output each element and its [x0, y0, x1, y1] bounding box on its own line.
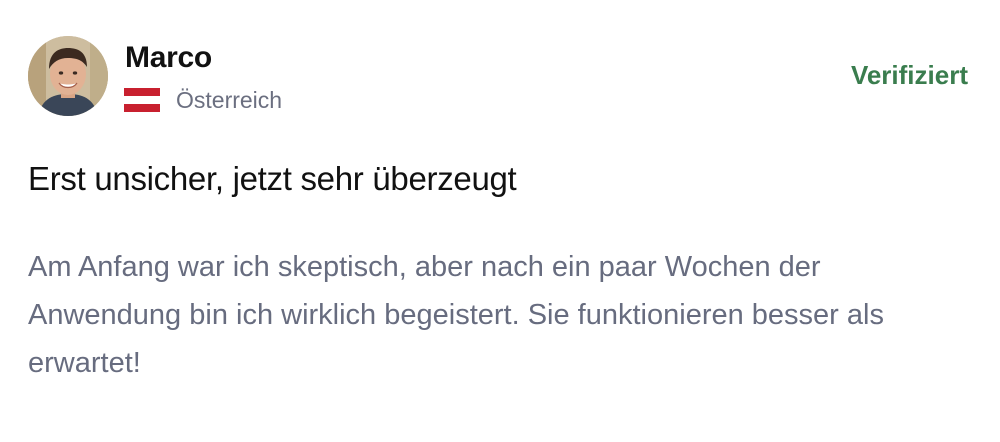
- avatar: [28, 36, 108, 116]
- austria-flag-icon: [124, 88, 160, 112]
- review-card: Marco Österreich Verifiziert Erst unsich…: [0, 0, 1000, 442]
- review-title: Erst unsicher, jetzt sehr überzeugt: [28, 160, 517, 197]
- reviewer-name: Marco: [125, 41, 212, 74]
- review-body: Am Anfang war ich skeptisch, aber nach e…: [28, 251, 884, 379]
- reviewer-country: Österreich: [176, 87, 283, 113]
- verified-badge: Verifiziert: [850, 60, 968, 90]
- avatar-photo: [28, 36, 108, 116]
